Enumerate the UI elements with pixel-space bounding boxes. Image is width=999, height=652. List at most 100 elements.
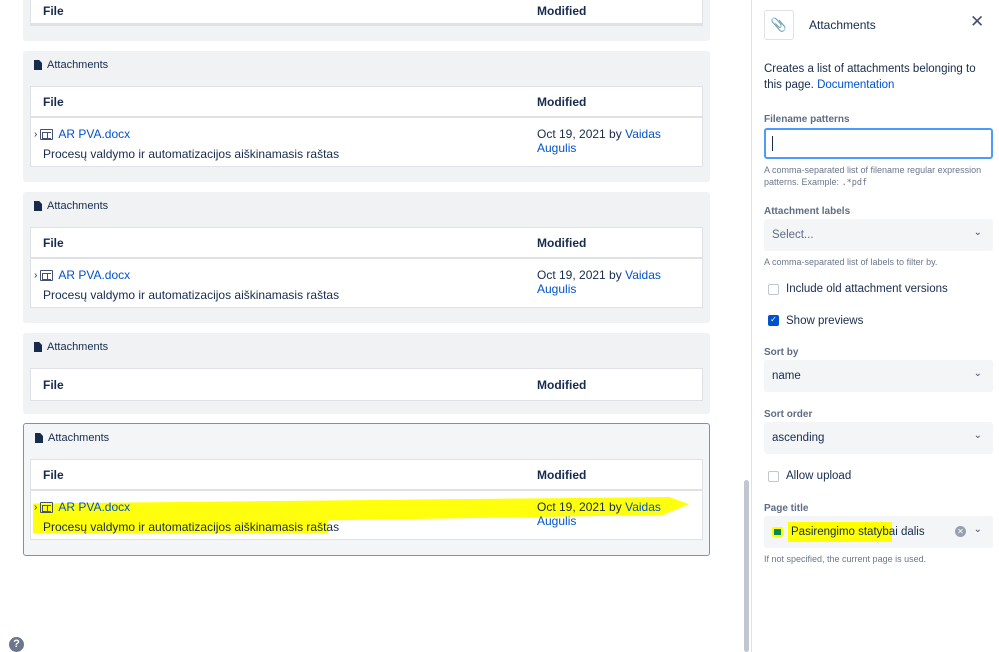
- help-icon[interactable]: ?: [9, 637, 24, 652]
- sort-by-label: Sort by: [764, 347, 799, 358]
- attachments-table: File Modified › AR PVA.docx Oct 19, 2021…: [30, 459, 703, 540]
- file-column-header: File: [43, 94, 64, 109]
- macro-title: Attachments: [34, 59, 108, 71]
- table-header: File Modified: [31, 228, 702, 259]
- include-old-checkbox[interactable]: [768, 284, 779, 295]
- paperclip-icon: 📎: [764, 10, 794, 40]
- file-column-header: File: [43, 467, 64, 482]
- allow-upload-label[interactable]: Allow upload: [786, 470, 851, 482]
- page-title-help: If not specified, the current page is us…: [764, 554, 927, 564]
- chevron-down-icon: ⌄: [973, 227, 982, 238]
- document-icon: [35, 433, 43, 443]
- document-icon: [34, 201, 42, 211]
- word-file-icon: [40, 501, 54, 513]
- show-previews-checkbox[interactable]: ✓: [768, 315, 779, 326]
- page-title-select[interactable]: Pasirengimo statybai dalis ✕ ⌄: [764, 516, 993, 548]
- macro-title-label: Attachments: [48, 432, 110, 444]
- file-column-header: File: [43, 4, 64, 18]
- table-header: File Modified: [31, 0, 702, 25]
- panel-description: Creates a list of attachments belonging …: [764, 61, 996, 93]
- attachments-macro[interactable]: Attachments File Modified › AR PVA.docx …: [23, 51, 710, 182]
- sort-by-value: name: [772, 370, 801, 382]
- macro-title: Attachments: [34, 200, 108, 212]
- close-icon[interactable]: ✕: [970, 12, 984, 32]
- chevron-right-icon[interactable]: ›: [34, 129, 37, 140]
- allow-upload-checkbox[interactable]: [768, 471, 779, 482]
- macro-title: Attachments: [35, 432, 109, 444]
- attachments-macro[interactable]: Attachments File Modified: [23, 333, 710, 414]
- page-title-text: Pasirengimo statybai dalis: [791, 526, 925, 538]
- attachments-table: File Modified: [30, 368, 703, 401]
- modified-cell: Oct 19, 2021 by Vaidas Augulis: [537, 127, 702, 155]
- clear-icon[interactable]: ✕: [955, 526, 966, 537]
- attachments-table: File Modified › AR PVA.docx Oct 19, 2021…: [30, 86, 703, 167]
- sort-order-select[interactable]: ascending ⌄: [764, 422, 993, 454]
- panel-title: Attachments: [809, 18, 876, 32]
- filename-patterns-help: A comma-separated list of filename regul…: [764, 164, 994, 189]
- table-row: › AR PVA.docx Oct 19, 2021 by Vaidas Aug…: [31, 491, 702, 539]
- attachment-labels-help: A comma-separated list of labels to filt…: [764, 257, 938, 267]
- check-icon: ✓: [770, 315, 777, 324]
- show-previews-label[interactable]: Show previews: [786, 315, 863, 327]
- macro-title-label: Attachments: [47, 200, 109, 212]
- attachment-description: Procesų valdymo ir automatizacijos aiški…: [43, 288, 340, 302]
- document-icon: [34, 60, 42, 70]
- attachments-macro[interactable]: Attachments File Modified › AR PVA.docx …: [23, 192, 710, 323]
- chevron-down-icon: ⌄: [973, 368, 982, 379]
- attachment-labels-label: Attachment labels: [764, 206, 851, 217]
- table-header: File Modified: [31, 460, 702, 491]
- modified-column-header: Modified: [537, 94, 587, 109]
- table-row: › AR PVA.docx Oct 19, 2021 by Vaidas Aug…: [31, 259, 702, 307]
- macro-title-label: Attachments: [47, 341, 109, 353]
- attachment-file-link[interactable]: AR PVA.docx: [58, 268, 130, 282]
- modified-cell: Oct 19, 2021 by Vaidas Augulis: [537, 268, 702, 296]
- modified-column-header: Modified: [537, 4, 587, 18]
- table-header: File Modified: [31, 87, 702, 118]
- sort-order-value: ascending: [772, 432, 825, 444]
- attachment-description: Procesų valdymo ir automatizacijos aiški…: [43, 147, 340, 161]
- attachments-table: File Modified: [30, 0, 703, 26]
- attachment-description: Procesų valdymo ir automatizacijos aiški…: [43, 520, 340, 534]
- filename-patterns-input[interactable]: [764, 128, 993, 159]
- attachment-file-link[interactable]: AR PVA.docx: [58, 500, 130, 514]
- macro-title-label: Attachments: [47, 59, 109, 71]
- macro-title: Attachments: [34, 341, 108, 353]
- word-file-icon: [40, 128, 54, 140]
- modified-column-header: Modified: [537, 377, 587, 392]
- filename-help-text: A comma-separated list of filename regul…: [764, 165, 982, 187]
- modified-date: Oct 19, 2021 by: [537, 500, 622, 514]
- document-icon: [34, 342, 42, 352]
- filename-example: .*pdf: [841, 178, 868, 188]
- table-header: File Modified: [31, 369, 702, 400]
- page-icon: [772, 527, 783, 537]
- documentation-link[interactable]: Documentation: [817, 79, 894, 91]
- page-title-label: Page title: [764, 503, 809, 514]
- attachments-table: File Modified › AR PVA.docx Oct 19, 2021…: [30, 227, 703, 308]
- labels-placeholder: Select...: [772, 229, 814, 241]
- file-column-header: File: [43, 235, 64, 250]
- sort-by-select[interactable]: name ⌄: [764, 360, 993, 392]
- text-caret: [772, 136, 773, 151]
- modified-date: Oct 19, 2021 by: [537, 127, 622, 141]
- filename-patterns-label: Filename patterns: [764, 114, 850, 125]
- chevron-down-icon: ⌄: [973, 524, 982, 535]
- file-column-header: File: [43, 377, 64, 392]
- sort-order-label: Sort order: [764, 409, 813, 420]
- macro-config-panel: 📎 Attachments ✕ Creates a list of attach…: [751, 0, 999, 652]
- chevron-down-icon: ⌄: [973, 430, 982, 441]
- modified-column-header: Modified: [537, 235, 587, 250]
- scrollbar[interactable]: [744, 480, 749, 652]
- modified-date: Oct 19, 2021 by: [537, 268, 622, 282]
- attachment-labels-select[interactable]: Select... ⌄: [764, 219, 993, 251]
- chevron-right-icon[interactable]: ›: [34, 270, 37, 281]
- attachments-macro-selected[interactable]: Attachments File Modified › AR PVA.docx …: [23, 423, 710, 556]
- attachment-file-link[interactable]: AR PVA.docx: [58, 127, 130, 141]
- page-title-value: Pasirengimo statybai dalis: [788, 522, 925, 542]
- include-old-label[interactable]: Include old attachment versions: [786, 283, 948, 295]
- word-file-icon: [40, 269, 54, 281]
- table-row: › AR PVA.docx Oct 19, 2021 by Vaidas Aug…: [31, 118, 702, 166]
- modified-cell: Oct 19, 2021 by Vaidas Augulis: [537, 500, 702, 528]
- chevron-right-icon[interactable]: ›: [34, 502, 37, 513]
- modified-column-header: Modified: [537, 467, 587, 482]
- attachments-macro[interactable]: File Modified: [23, 0, 710, 41]
